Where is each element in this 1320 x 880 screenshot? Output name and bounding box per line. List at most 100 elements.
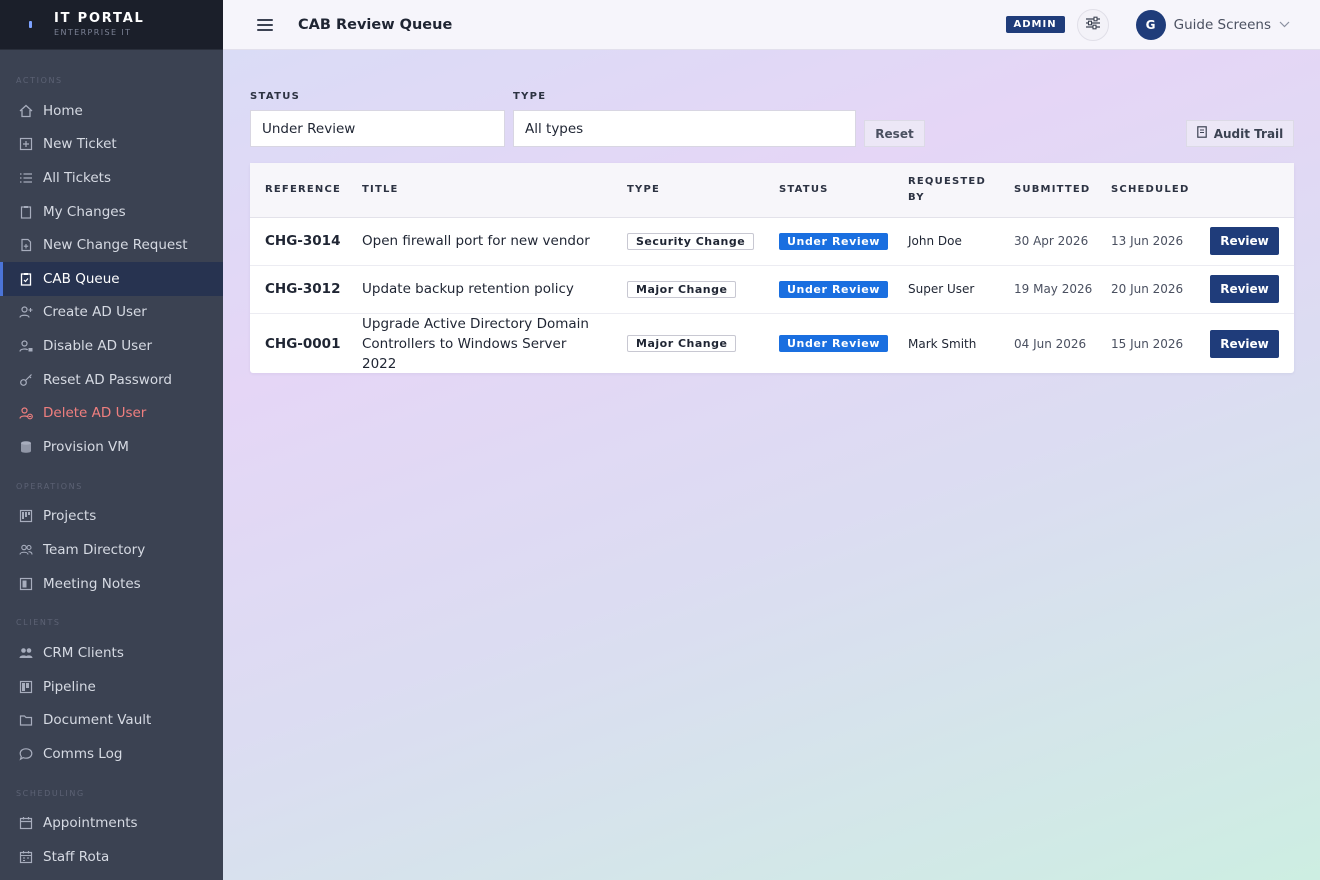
submitted-date: 30 Apr 2026: [999, 217, 1096, 266]
sidebar: IT PORTAL ENTERPRISE IT ACTIONS Home New…: [0, 0, 223, 880]
column-header-submitted[interactable]: SUBMITTED: [999, 163, 1096, 218]
sidebar-item-label: Appointments: [43, 815, 138, 832]
table-row: CHG-3012 Update backup retention policy …: [250, 265, 1294, 314]
column-header-status[interactable]: STATUS: [764, 163, 893, 218]
sidebar-item-label: Document Vault: [43, 712, 152, 729]
sidebar-item-label: CAB Queue: [43, 270, 120, 287]
sidebar-item-appointments[interactable]: Appointments: [0, 807, 223, 841]
brand-title: IT PORTAL: [54, 10, 145, 26]
section-label-actions: ACTIONS: [16, 76, 63, 85]
audit-trail-label: Audit Trail: [1213, 126, 1284, 141]
topbar: CAB Review Queue ADMIN G Guide Screens: [223, 0, 1320, 50]
sidebar-item-all-tickets[interactable]: All Tickets: [0, 161, 223, 195]
sidebar-item-label: Delete AD User: [43, 405, 147, 422]
sidebar-item-projects[interactable]: Projects: [0, 500, 223, 534]
audit-trail-button[interactable]: Audit Trail: [1186, 120, 1294, 147]
sliders-icon: [1085, 16, 1101, 34]
submitted-date: 04 Jun 2026: [1014, 336, 1087, 351]
sidebar-item-label: Disable AD User: [43, 337, 153, 354]
section-label-scheduling: SCHEDULING: [16, 788, 85, 798]
sidebar-item-document-vault[interactable]: Document Vault: [0, 704, 223, 738]
sidebar-item-my-changes[interactable]: My Changes: [0, 195, 223, 229]
sidebar-item-delete-ad-user[interactable]: Delete AD User: [0, 396, 223, 430]
document-icon: [1196, 126, 1207, 141]
column-header-scheduled[interactable]: SCHEDULED: [1096, 163, 1195, 218]
user-minus-icon: [18, 405, 34, 421]
chevron-down-icon[interactable]: [1279, 21, 1290, 28]
folder-icon: [18, 712, 34, 728]
change-title: Upgrade Active Directory Domain Controll…: [362, 315, 589, 372]
sidebar-item-label: All Tickets: [43, 169, 112, 186]
change-title: Open firewall port for new vendor: [347, 217, 612, 266]
avatar[interactable]: G: [1135, 9, 1166, 40]
list-icon: [18, 170, 34, 186]
sidebar-item-label: Comms Log: [43, 745, 123, 762]
reference-link[interactable]: CHG-3012: [265, 281, 340, 297]
sidebar-item-meeting-notes[interactable]: Meeting Notes: [0, 567, 223, 601]
sidebar-item-label: Reset AD Password: [43, 371, 172, 388]
reference-link[interactable]: CHG-3014: [265, 233, 340, 249]
column-header-title[interactable]: TITLE: [347, 163, 612, 218]
table-header-row: REFERENCE TITLE TYPE STATUS REQUESTED BY…: [250, 163, 1294, 218]
menu-toggle-icon[interactable]: [257, 18, 273, 31]
clipboard-check-icon: [18, 271, 34, 287]
brand-logo-icon: [22, 17, 38, 33]
scheduled-date: 15 Jun 2026: [1111, 336, 1184, 351]
sidebar-item-provision-vm[interactable]: Provision VM: [0, 430, 223, 464]
status-badge: Under Review: [779, 335, 889, 352]
sidebar-item-crm-clients[interactable]: CRM Clients: [0, 636, 223, 670]
type-badge: Major Change: [627, 335, 737, 352]
column-header-reference[interactable]: REFERENCE: [250, 163, 347, 218]
sidebar-item-staff-rota[interactable]: Staff Rota: [0, 840, 223, 874]
submitted-date: 19 May 2026: [999, 265, 1096, 314]
calendar-icon: [18, 815, 34, 831]
sidebar-item-label: Meeting Notes: [43, 575, 141, 592]
change-title: Update backup retention policy: [347, 265, 612, 314]
sidebar-item-label: Projects: [43, 508, 97, 525]
column-header-requested-by-label: REQUESTED BY: [908, 175, 986, 203]
plus-square-icon: [18, 136, 34, 152]
sidebar-item-team-directory[interactable]: Team Directory: [0, 533, 223, 567]
admin-badge: ADMIN: [1005, 16, 1065, 33]
review-button[interactable]: Review: [1210, 329, 1279, 358]
people-icon: [18, 645, 34, 661]
reset-button[interactable]: Reset: [864, 120, 925, 147]
review-button[interactable]: Review: [1210, 227, 1279, 255]
settings-button[interactable]: [1076, 8, 1109, 41]
calendar-grid-icon: [18, 849, 34, 865]
sidebar-item-create-ad-user[interactable]: Create AD User: [0, 296, 223, 330]
type-filter-label: TYPE: [513, 91, 547, 102]
sidebar-item-reset-ad-password[interactable]: Reset AD Password: [0, 363, 223, 397]
sidebar-item-disable-ad-user[interactable]: Disable AD User: [0, 329, 223, 363]
sidebar-item-label: CRM Clients: [43, 645, 124, 662]
sidebar-item-label: My Changes: [43, 203, 126, 220]
column-header-requested-by[interactable]: REQUESTED BY: [893, 163, 999, 218]
sidebar-item-new-ticket[interactable]: New Ticket: [0, 128, 223, 162]
user-plus-icon: [18, 304, 34, 320]
sidebar-item-pipeline[interactable]: Pipeline: [0, 670, 223, 704]
clipboard-icon: [18, 204, 34, 220]
sidebar-item-new-change-request[interactable]: New Change Request: [0, 228, 223, 262]
status-filter-select[interactable]: Under Review: [250, 110, 505, 147]
page-title: CAB Review Queue: [298, 16, 453, 33]
pipeline-icon: [18, 679, 34, 695]
sidebar-item-label: New Ticket: [43, 136, 117, 153]
review-button[interactable]: Review: [1210, 275, 1279, 303]
file-plus-icon: [18, 237, 34, 253]
reference-link[interactable]: CHG-0001: [265, 336, 340, 352]
scheduled-date: 20 Jun 2026: [1096, 265, 1195, 314]
section-label-operations: OPERATIONS: [16, 481, 83, 491]
brand-subtitle: ENTERPRISE IT: [54, 27, 132, 37]
user-menu-name[interactable]: Guide Screens: [1174, 17, 1271, 33]
sidebar-item-comms-log[interactable]: Comms Log: [0, 737, 223, 771]
kanban-icon: [18, 508, 34, 524]
column-header-actions: [1195, 163, 1294, 218]
sidebar-item-label: Pipeline: [43, 678, 96, 695]
users-icon: [18, 542, 34, 558]
sidebar-item-home[interactable]: Home: [0, 94, 223, 128]
brand[interactable]: IT PORTAL ENTERPRISE IT: [0, 0, 223, 50]
type-filter-select[interactable]: All types: [513, 110, 856, 147]
sidebar-item-cab-queue[interactable]: CAB Queue: [0, 261, 223, 296]
column-header-type[interactable]: TYPE: [612, 163, 764, 218]
user-lock-icon: [18, 338, 34, 354]
